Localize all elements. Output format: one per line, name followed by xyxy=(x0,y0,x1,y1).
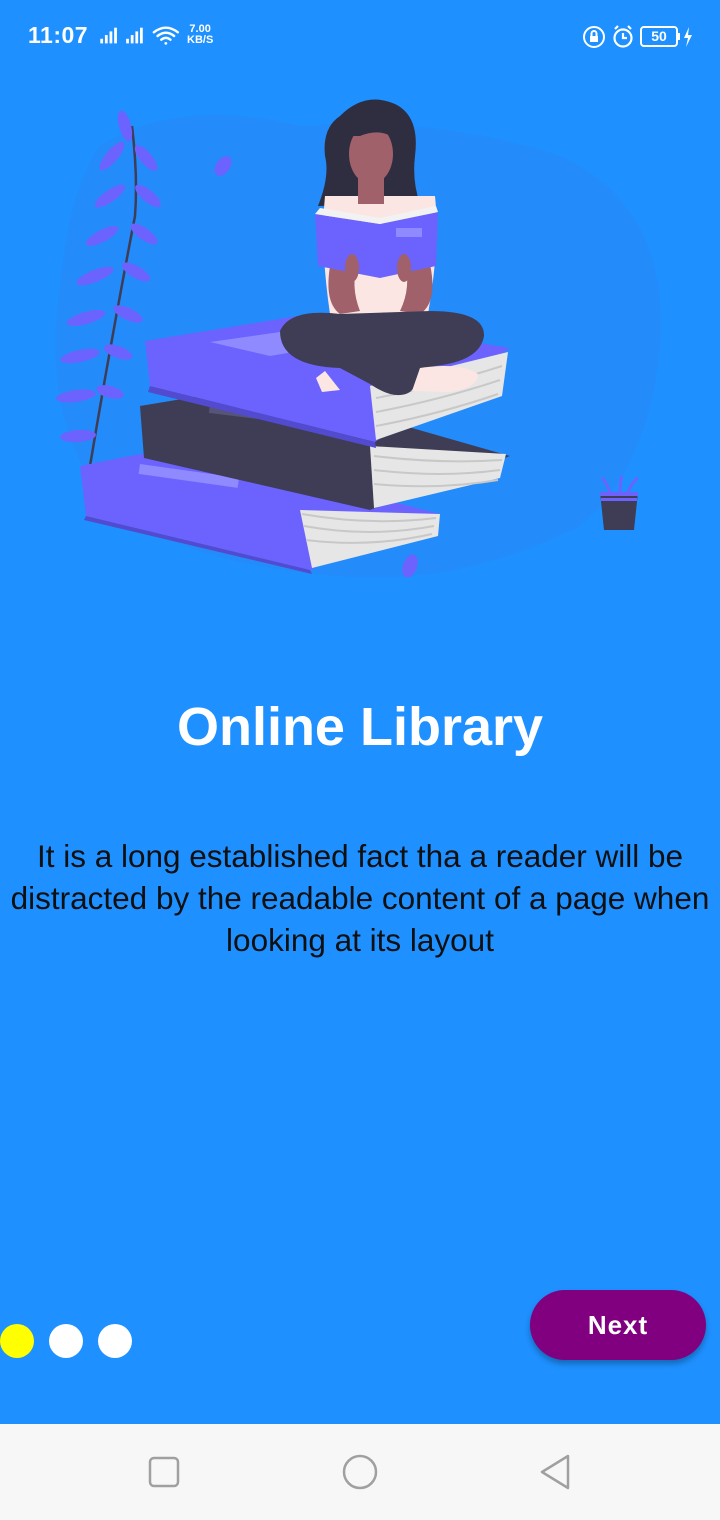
charging-icon xyxy=(684,27,692,47)
recent-apps-icon[interactable] xyxy=(140,1450,188,1494)
signal-icons xyxy=(100,26,180,45)
page-dot-active[interactable] xyxy=(0,1324,34,1358)
status-bar: 11:07 7.00 KB/S 50 xyxy=(0,0,720,74)
status-time: 11:07 xyxy=(28,22,89,48)
onboarding-description: It is a long established fact tha a read… xyxy=(10,838,710,958)
signal-icon xyxy=(126,27,143,44)
network-speed: 7.00 KB/S xyxy=(187,24,213,46)
page-dot[interactable] xyxy=(98,1324,132,1358)
home-icon[interactable] xyxy=(336,1450,384,1494)
onboarding-screen: 11:07 7.00 KB/S 50 Online Library It is … xyxy=(0,0,720,1520)
back-icon[interactable] xyxy=(532,1450,580,1494)
battery-level: 50 xyxy=(651,28,667,44)
lock-rotation-icon xyxy=(583,26,605,48)
wifi-icon xyxy=(152,26,180,45)
status-right-icons xyxy=(583,25,633,48)
network-speed-unit: KB/S xyxy=(187,34,214,46)
next-button[interactable]: Next xyxy=(530,1290,706,1360)
reading-woman-illustration xyxy=(55,99,661,578)
page-dot[interactable] xyxy=(49,1324,83,1358)
alarm-icon xyxy=(613,25,633,48)
signal-icon xyxy=(100,27,117,44)
navigation-bar xyxy=(0,1424,720,1520)
onboarding-title: Online Library xyxy=(176,697,544,757)
plant-pot xyxy=(600,475,639,530)
